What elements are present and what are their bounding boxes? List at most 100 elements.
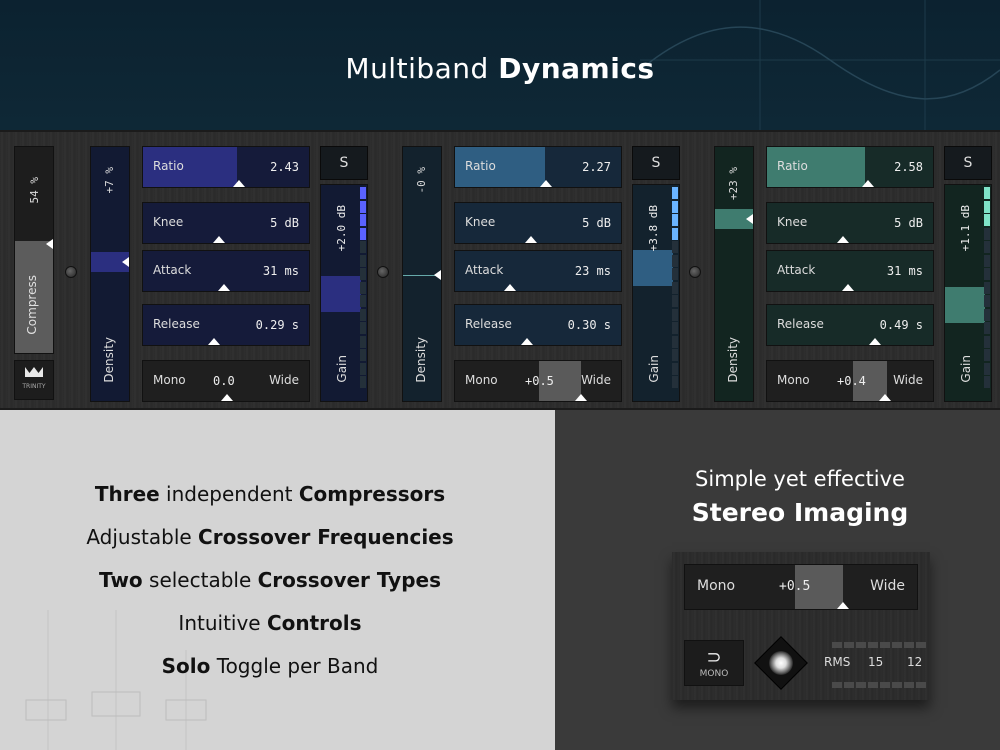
release-knob[interactable]: Release 0.29 s: [142, 304, 310, 346]
ratio-label: Ratio: [777, 159, 808, 173]
features-section: Three independent Compressors Adjustable …: [0, 410, 555, 750]
knee-value: 5 dB: [582, 216, 611, 230]
knee-value: 5 dB: [894, 216, 923, 230]
solo-button[interactable]: S: [320, 146, 368, 180]
panel-screw-icon: [689, 266, 701, 278]
compress-slider[interactable]: 54 % Compress: [14, 146, 54, 354]
feature-text: Adjustable: [86, 525, 199, 549]
width-handle[interactable]: [575, 394, 587, 401]
attack-handle[interactable]: [842, 284, 854, 291]
stereo-width-handle[interactable]: [837, 602, 849, 609]
ratio-handle[interactable]: [540, 180, 552, 187]
panel-screw-icon: [377, 266, 389, 278]
compress-slider-handle[interactable]: [46, 239, 53, 249]
knee-handle[interactable]: [525, 236, 537, 243]
rms-meter-bottom: [832, 682, 926, 688]
gain-fill: [633, 250, 673, 286]
compress-value: 54 %: [28, 177, 41, 204]
imaging-section: Simple yet effective Stereo Imaging Mono…: [555, 410, 1000, 750]
gain-meter: [984, 187, 990, 399]
stereo-width-slider[interactable]: Mono +0.5 Wide: [684, 564, 918, 610]
mono-label: Mono: [697, 578, 736, 594]
density-value: +23 %: [727, 167, 740, 201]
attack-label: Attack: [465, 263, 504, 277]
stereo-width-slider[interactable]: Mono 0.0 Wide: [142, 360, 310, 402]
stereo-width-slider[interactable]: Mono +0.5 Wide: [454, 360, 622, 402]
knee-knob[interactable]: Knee 5 dB: [766, 202, 934, 244]
gain-value: +3.8 dB: [647, 205, 660, 252]
attack-label: Attack: [777, 263, 816, 277]
gain-label: Gain: [647, 355, 661, 383]
release-handle[interactable]: [869, 338, 881, 345]
density-slider[interactable]: +7 % Density: [90, 146, 130, 402]
gain-slider[interactable]: +2.0 dB Gain: [320, 184, 368, 402]
ratio-handle[interactable]: [233, 180, 245, 187]
width-handle[interactable]: [221, 394, 233, 401]
feature-line: Three independent Compressors: [0, 482, 540, 506]
page-title: Multiband Dynamics: [0, 52, 1000, 85]
attack-knob[interactable]: Attack 31 ms: [766, 250, 934, 292]
density-label: Density: [726, 337, 740, 383]
knee-handle[interactable]: [837, 236, 849, 243]
header-banner: Multiband Dynamics: [0, 0, 1000, 130]
rms-right-value: 12: [907, 655, 923, 669]
width-value: 0.0: [213, 374, 235, 388]
release-value: 0.30 s: [567, 318, 611, 332]
release-handle[interactable]: [521, 338, 533, 345]
density-slider[interactable]: -0 % Density: [402, 146, 442, 402]
title-bold: Dynamics: [498, 52, 655, 85]
feature-bold: Two: [99, 568, 143, 592]
title-regular: Multiband: [345, 52, 489, 85]
rms-meter-top: [832, 642, 926, 648]
release-value: 0.29 s: [255, 318, 299, 332]
gain-meter: [672, 187, 678, 399]
feature-line: Intuitive Controls: [0, 611, 540, 635]
attack-handle[interactable]: [504, 284, 516, 291]
attack-handle[interactable]: [218, 284, 230, 291]
release-handle[interactable]: [208, 338, 220, 345]
gain-value: +2.0 dB: [335, 205, 348, 252]
density-handle[interactable]: [746, 214, 753, 224]
density-label: Density: [102, 337, 116, 383]
solo-button[interactable]: S: [944, 146, 992, 180]
ratio-handle[interactable]: [862, 180, 874, 187]
release-knob[interactable]: Release 0.49 s: [766, 304, 934, 346]
wide-label: Wide: [870, 578, 905, 594]
stereo-width-slider[interactable]: Mono +0.4 Wide: [766, 360, 934, 402]
ratio-knob[interactable]: Ratio 2.58: [766, 146, 934, 188]
density-value: -0 %: [415, 167, 428, 194]
knee-value: 5 dB: [270, 216, 299, 230]
knee-label: Knee: [465, 215, 496, 229]
gain-slider[interactable]: +1.1 dB Gain: [944, 184, 992, 402]
gain-label: Gain: [959, 355, 973, 383]
gain-meter: [360, 187, 366, 399]
density-slider[interactable]: +23 % Density: [714, 146, 754, 402]
gain-slider[interactable]: +3.8 dB Gain: [632, 184, 680, 402]
knee-knob[interactable]: Knee 5 dB: [454, 202, 622, 244]
ratio-knob[interactable]: Ratio 2.43: [142, 146, 310, 188]
feature-bold: Controls: [266, 611, 362, 635]
release-label: Release: [465, 317, 512, 331]
mono-button[interactable]: ⊃ MONO: [684, 640, 744, 686]
feature-text: independent: [159, 482, 299, 506]
wide-label: Wide: [893, 373, 923, 387]
trinity-logo: TRINITY: [14, 360, 54, 400]
imaging-panel: Mono +0.5 Wide ⊃ MONO RMS 15 12: [672, 552, 930, 700]
imaging-title: Stereo Imaging: [691, 498, 909, 527]
gain-value: +1.1 dB: [959, 205, 972, 252]
release-label: Release: [153, 317, 200, 331]
release-knob[interactable]: Release 0.30 s: [454, 304, 622, 346]
attack-knob[interactable]: Attack 23 ms: [454, 250, 622, 292]
feature-text: selectable: [142, 568, 258, 592]
knee-handle[interactable]: [213, 236, 225, 243]
feature-line: Two selectable Crossover Types: [0, 568, 540, 592]
width-handle[interactable]: [879, 394, 891, 401]
release-label: Release: [777, 317, 824, 331]
density-handle[interactable]: [122, 257, 129, 267]
solo-button[interactable]: S: [632, 146, 680, 180]
attack-knob[interactable]: Attack 31 ms: [142, 250, 310, 292]
density-handle[interactable]: [434, 270, 441, 280]
ratio-knob[interactable]: Ratio 2.27: [454, 146, 622, 188]
knee-knob[interactable]: Knee 5 dB: [142, 202, 310, 244]
gain-fill: [945, 287, 985, 323]
